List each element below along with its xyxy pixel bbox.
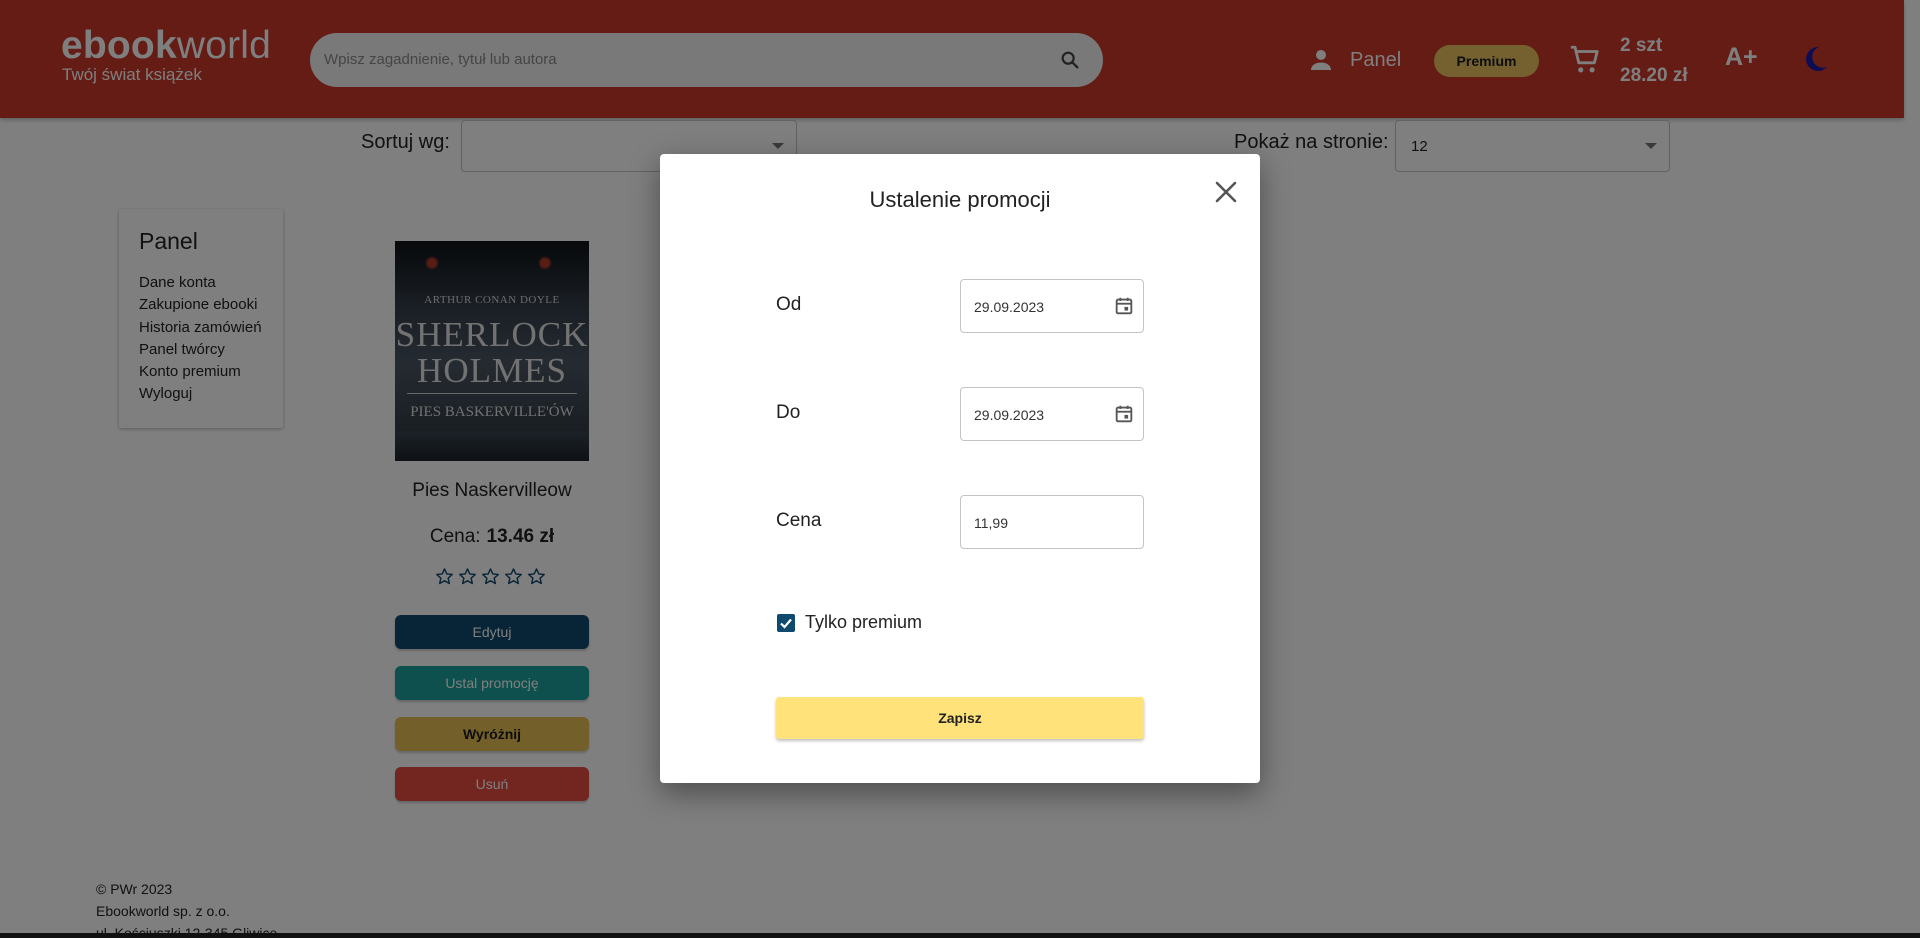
- price-field[interactable]: 11,99: [960, 495, 1144, 549]
- from-label: Od: [776, 294, 802, 315]
- price-field-label: Cena: [776, 510, 822, 531]
- to-label: Do: [776, 402, 801, 423]
- price-field-value: 11,99: [974, 515, 1008, 531]
- premium-only-label[interactable]: Tylko premium: [805, 612, 922, 633]
- to-date-field[interactable]: 29.09.2023: [960, 387, 1144, 441]
- dialog-title: Ustalenie promocji: [869, 187, 1051, 212]
- from-date-value: 29.09.2023: [974, 299, 1045, 315]
- close-icon[interactable]: [1212, 178, 1240, 206]
- to-date-value: 29.09.2023: [974, 407, 1045, 423]
- calendar-icon[interactable]: [1113, 403, 1135, 425]
- save-button[interactable]: Zapisz: [776, 697, 1144, 739]
- premium-only-checkbox[interactable]: [777, 614, 795, 632]
- from-date-field[interactable]: 29.09.2023: [960, 279, 1144, 333]
- promotion-dialog: Ustalenie promocji Od 29.09.2023 Do 29.0…: [660, 154, 1260, 783]
- calendar-icon[interactable]: [1113, 295, 1135, 317]
- check-icon: [780, 618, 792, 629]
